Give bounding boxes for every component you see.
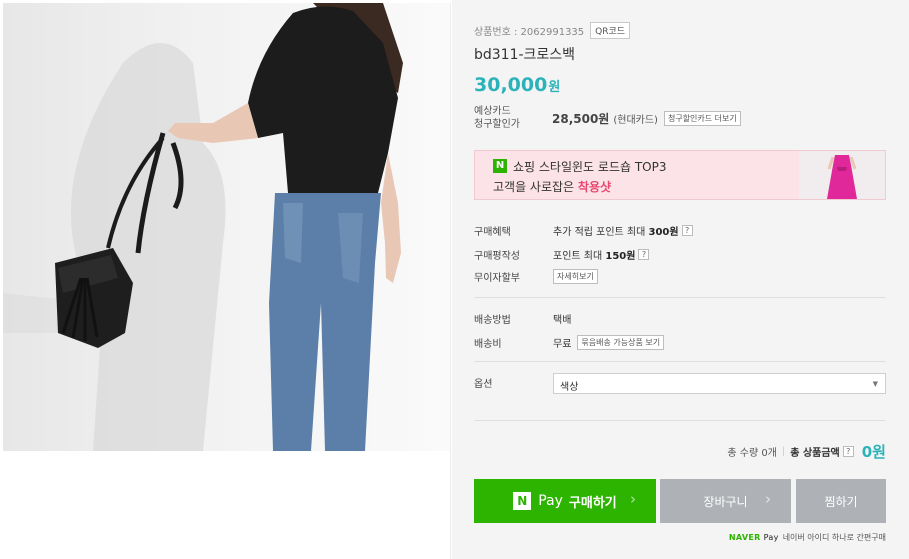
price-unit: 원	[548, 80, 561, 95]
shipping-fee-label: 배송비	[474, 339, 502, 350]
card-discount-more-button[interactable]: 청구할인카드 더보기	[663, 110, 741, 126]
banner-line1: 쇼핑 스타일윈도 로드숍 TOP3	[513, 160, 667, 174]
wish-label: 찜하기	[824, 494, 858, 509]
benefit-row-purchase: 구매혜택 추가 적립 포인트 최대 300원 ?	[474, 223, 886, 238]
naver-pay-note-text: 네이버 아이디 하나로 간편구매	[782, 533, 886, 542]
benefit-row-review: 구매평작성 포인트 최대 150원 ?	[474, 247, 886, 262]
benefit-text-purchase: 추가 적립 포인트 최대	[553, 227, 649, 238]
shipping-method-value: 택배	[553, 315, 572, 326]
total-amount-label: 총 상품금액	[790, 448, 840, 459]
naver-pay-note: NAVER Pay 네이버 아이디 하나로 간편구매	[729, 532, 886, 543]
naver-n-icon: N	[513, 492, 532, 510]
card-issuer: (현대카드)	[613, 114, 658, 126]
divider	[474, 297, 886, 298]
card-discount-row: 예상카드 청구할인가 28,500원 (현대카드) 청구할인카드 더보기	[474, 105, 886, 131]
product-photo	[3, 3, 451, 451]
chevron-right-icon: ›	[630, 490, 636, 508]
shipping-fee-row: 배송비 무료 묶음배송 가능상품 보기	[474, 335, 886, 350]
product-number: 상품번호 : 2062991335	[474, 27, 585, 38]
shipping-fee-value: 무료	[553, 339, 572, 350]
product-number-row: 상품번호 : 2062991335 QR코드	[474, 22, 886, 39]
pay-label: Pay	[538, 493, 563, 509]
benefit-text-review: 포인트 최대	[553, 251, 606, 262]
option-selected-value: 색상	[560, 382, 579, 393]
help-icon[interactable]: ?	[638, 249, 650, 260]
product-price: 30,000 원	[474, 74, 886, 96]
benefit-label-review: 구매평작성	[474, 251, 520, 262]
banner-highlight: 착용샷	[577, 180, 612, 194]
qr-code-button[interactable]: QR코드	[590, 22, 631, 39]
dropdown-caret-icon: ▼	[872, 380, 878, 388]
total-amount: 0원	[861, 443, 886, 461]
shipping-method-row: 배송방법 택배	[474, 311, 886, 326]
total-summary: 총 수량 0개 | 총 상품금액 ? 0원	[474, 441, 886, 462]
option-row: 옵션 색상 ▼	[474, 373, 886, 394]
naver-pay-logo: NAVER Pay	[729, 533, 779, 542]
card-discount-label-line1: 예상카드	[474, 106, 511, 117]
naver-pay-buy-button[interactable]: N Pay 구매하기 ›	[474, 479, 656, 523]
bundle-shipping-button[interactable]: 묶음배송 가능상품 보기	[577, 335, 665, 350]
separator: |	[781, 446, 786, 457]
help-icon[interactable]: ?	[681, 225, 693, 236]
chevron-right-icon: ›	[765, 490, 771, 508]
divider	[474, 420, 886, 421]
benefit-value-review: 포인트 최대 150원	[553, 247, 635, 262]
photo-blank-area	[3, 451, 451, 559]
buy-label: 구매하기	[568, 495, 617, 511]
benefit-amount-purchase: 300원	[648, 227, 679, 238]
add-to-cart-button[interactable]: 장바구니 ›	[660, 479, 791, 523]
card-discount-label-line2: 청구할인가	[474, 119, 520, 130]
benefit-amount-review: 150원	[605, 251, 636, 262]
total-quantity: 총 수량 0개	[727, 448, 777, 459]
option-label: 옵션	[474, 379, 493, 390]
style-window-banner[interactable]: N 쇼핑 스타일윈도 로드숍 TOP3 고객을 사로잡은 착용샷	[474, 150, 886, 200]
banner-line2: 고객을 사로잡은 착용샷	[493, 178, 611, 195]
help-icon[interactable]: ?	[842, 446, 854, 457]
benefit-label-purchase: 구매혜택	[474, 227, 511, 238]
option-select[interactable]: 색상 ▼	[553, 373, 886, 394]
naver-pay-logo-pay: Pay	[763, 533, 779, 542]
benefit-label-installment: 무이자할부	[474, 273, 520, 284]
product-info-panel: 상품번호 : 2062991335 QR코드 bd311-크로스백 30,000…	[452, 0, 909, 559]
naver-n-icon: N	[493, 159, 507, 173]
benefit-value-purchase: 추가 적립 포인트 최대 300원	[553, 223, 679, 238]
card-discount-amount: 28,500원	[552, 111, 610, 126]
banner-dress-image	[799, 151, 885, 199]
cart-label: 장바구니	[703, 494, 748, 509]
naver-pay-logo-naver: NAVER	[728, 533, 761, 542]
divider	[474, 361, 886, 362]
wishlist-button[interactable]: 찜하기	[796, 479, 886, 523]
price-value: 30,000	[474, 74, 548, 96]
installment-detail-button[interactable]: 자세히보기	[553, 269, 598, 284]
shipping-method-label: 배송방법	[474, 315, 511, 326]
banner-line2-text: 고객을 사로잡은	[493, 180, 578, 194]
card-discount-label: 예상카드 청구할인가	[474, 105, 552, 131]
benefit-row-installment: 무이자할부 자세히보기	[474, 269, 886, 284]
product-title: bd311-크로스백	[474, 47, 576, 63]
